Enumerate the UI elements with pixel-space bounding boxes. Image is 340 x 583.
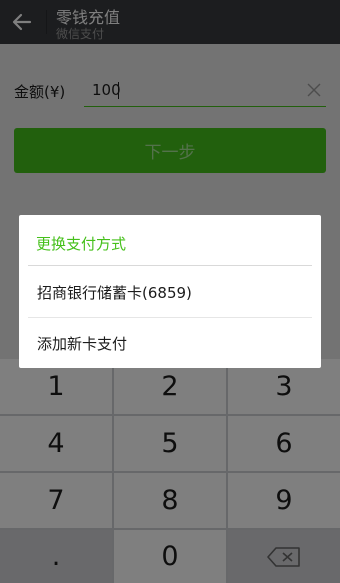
option-cmb-debit-card[interactable]: 招商银行储蓄卡(6859) — [19, 266, 321, 317]
option-add-new-card[interactable]: 添加新卡支付 — [19, 317, 321, 368]
option-label: 招商银行储蓄卡(6859) — [37, 284, 192, 302]
dialog-title: 更换支付方式 — [36, 235, 127, 253]
option-label: 添加新卡支付 — [37, 335, 128, 353]
recharge-screen: 零钱充值 微信支付 金额(¥) 100 下一步 1 2 3 4 5 6 7 8 … — [0, 0, 340, 583]
payment-method-dialog: 更换支付方式 招商银行储蓄卡(6859) 添加新卡支付 — [19, 215, 321, 368]
